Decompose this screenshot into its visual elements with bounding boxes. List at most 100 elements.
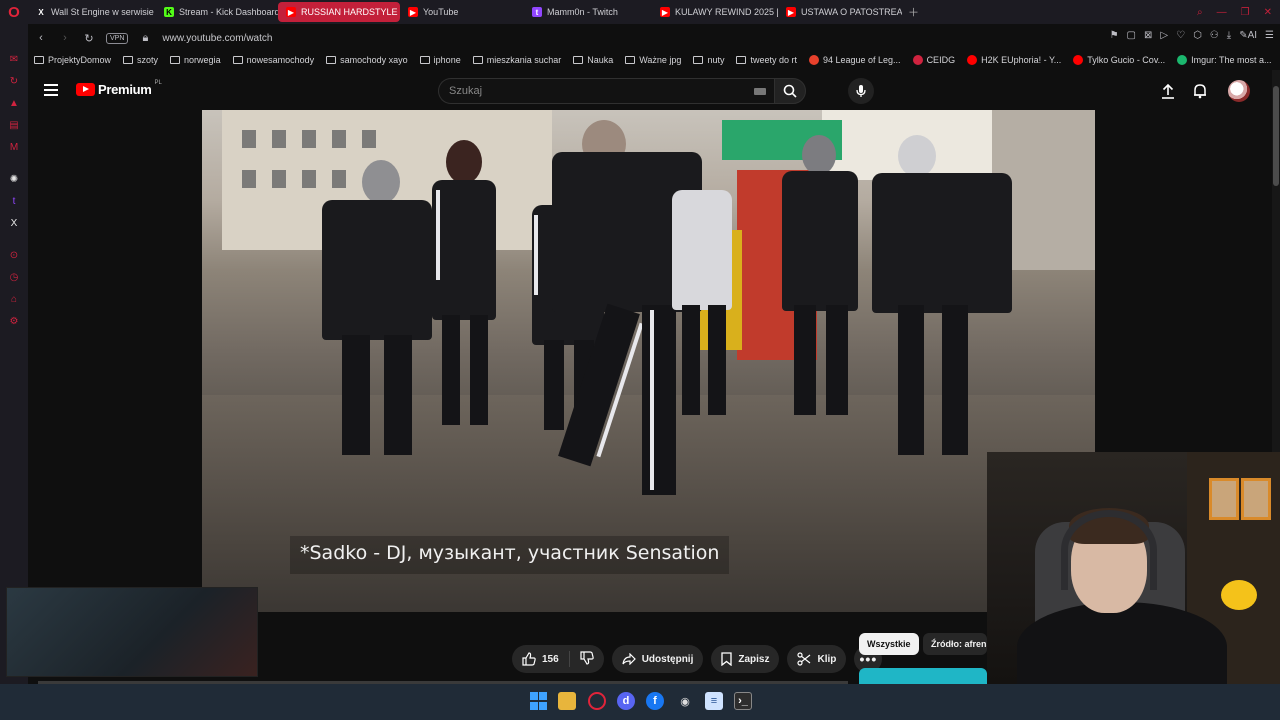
opera-logo-icon[interactable]: O: [0, 0, 28, 24]
forward-icon[interactable]: ›: [58, 32, 72, 44]
tab-youtube[interactable]: ▶ YouTube: [400, 2, 524, 22]
opera-browser-icon[interactable]: [588, 692, 606, 710]
reload-icon[interactable]: ↻: [82, 32, 96, 45]
search-box: [438, 78, 774, 104]
bookmarks-bar: ProjektyDomow szoty norwegia nowesamochody s…: [28, 52, 1280, 68]
snapshot-icon[interactable]: ▢: [1127, 30, 1136, 41]
webcam-overlay: [987, 452, 1280, 684]
bookmark-item[interactable]: tweety do rt: [736, 55, 797, 65]
extensions-icon[interactable]: ⌂: [7, 292, 21, 306]
tab-kulawy-rewind[interactable]: ▶ KULAWY REWIND 2025 [P: [652, 2, 778, 22]
hamburger-menu-icon[interactable]: [44, 84, 58, 99]
tab-mammon-twitch[interactable]: t Mamm0n - Twitch: [524, 2, 652, 22]
voice-search-button[interactable]: [848, 78, 874, 104]
video-player[interactable]: *Sadko - DJ, музыкант, участник Sensatio…: [202, 110, 1095, 612]
chip-source[interactable]: Źródło: afrensa: [923, 633, 987, 655]
x-icon[interactable]: X: [7, 216, 21, 230]
close-icon[interactable]: ✕: [1264, 7, 1272, 18]
bookmark-item[interactable]: nowesamochody: [232, 55, 314, 65]
save-button[interactable]: Zapisz: [711, 645, 780, 673]
chip-all[interactable]: Wszystkie: [859, 633, 919, 655]
bookmark-item[interactable]: samochody xayo: [326, 55, 408, 65]
tab-ustawa-patostreamingu[interactable]: ▶ USTAWA O PATOSTREAMI: [778, 2, 902, 22]
folder-icon: [573, 56, 584, 64]
bookmark-item[interactable]: Imgur: The most a...: [1177, 55, 1272, 65]
tab-russian-hardstyle[interactable]: ▶ RUSSIAN HARDSTYLE VO: [278, 2, 400, 22]
chatgpt-icon[interactable]: ✺: [7, 172, 21, 186]
notepad-icon[interactable]: ≡: [705, 692, 723, 710]
microphone-icon: [856, 85, 866, 97]
url-field[interactable]: www.youtube.com/watch: [162, 33, 272, 44]
profile-icon[interactable]: ⚇: [1210, 30, 1219, 41]
play-icon[interactable]: ▷: [1160, 30, 1168, 41]
settings-icon[interactable]: ⚙: [7, 314, 21, 328]
search-input[interactable]: [439, 79, 739, 103]
windows-start-icon[interactable]: [529, 692, 547, 710]
youtube-premium-logo[interactable]: Premium PL: [76, 80, 162, 97]
upload-button[interactable]: [1159, 82, 1177, 100]
bookmark-item[interactable]: ProjektyDomow: [34, 55, 111, 65]
site-favicon-icon: [912, 55, 923, 65]
opera-sidebar: ✉ ↻ ▲ ▤ M ✺ t X ⊙ ◷ ⌂ ⚙: [0, 24, 28, 684]
wallet-icon[interactable]: ▲: [7, 96, 21, 110]
clip-button[interactable]: Klip: [787, 645, 847, 673]
clock-icon[interactable]: ◷: [7, 270, 21, 284]
bookmark-item[interactable]: iphone: [419, 55, 461, 65]
avatar[interactable]: [1228, 80, 1250, 102]
lock-icon[interactable]: 🔒︎: [138, 32, 152, 45]
scrollbar-thumb[interactable]: [1273, 86, 1279, 186]
block-icon[interactable]: ⊠: [1144, 30, 1152, 41]
bookmark-item[interactable]: szoty: [123, 55, 158, 65]
bookmark-item[interactable]: Ważne jpg: [625, 55, 681, 65]
file-explorer-icon[interactable]: [558, 692, 576, 710]
new-tab-button[interactable]: ＋: [902, 4, 925, 20]
building-window: [302, 130, 316, 148]
player-icon[interactable]: ⊙: [7, 248, 21, 262]
bookmark-item[interactable]: nuty: [693, 55, 724, 65]
messenger-icon[interactable]: ✉: [7, 52, 21, 66]
mail-icon[interactable]: M: [7, 140, 21, 154]
thumbs-down-icon: [580, 650, 594, 665]
figurine: [1241, 478, 1271, 520]
twitch-icon[interactable]: t: [7, 194, 21, 208]
menu-icon[interactable]: ☰: [1265, 30, 1274, 41]
folder-icon: [232, 56, 243, 64]
obs-icon[interactable]: ◉: [676, 692, 694, 710]
minimize-icon[interactable]: —: [1217, 7, 1227, 18]
notifications-button[interactable]: [1191, 82, 1209, 100]
bookmark-item[interactable]: norwegia: [170, 55, 221, 65]
history-icon[interactable]: ↻: [7, 74, 21, 88]
miniplayer-preview[interactable]: [6, 587, 258, 677]
facebook-icon[interactable]: f: [646, 692, 664, 710]
tab-kick-dashboard[interactable]: K Stream - Kick Dashboard: [156, 2, 278, 22]
youtube-icon: ▶: [786, 7, 796, 17]
upload-icon: [1162, 83, 1174, 99]
search-tabs-icon[interactable]: ⌕: [1197, 7, 1203, 18]
recommended-thumbnail[interactable]: [859, 668, 987, 684]
tab-wall-st-engine[interactable]: X Wall St Engine w serwisie X: [28, 2, 156, 22]
vpn-badge[interactable]: VPN: [106, 32, 129, 44]
dislike-button[interactable]: [580, 650, 594, 668]
back-icon[interactable]: ‹: [34, 32, 48, 44]
bookmark-item[interactable]: mieszkania suchar: [472, 55, 561, 65]
like-button[interactable]: 156: [522, 652, 559, 666]
share-button[interactable]: Udostępnij: [611, 645, 704, 673]
extensions-icon[interactable]: ⬡: [1193, 30, 1202, 41]
building-window: [362, 130, 376, 148]
bookmark-item[interactable]: 94 League of Leg...: [808, 55, 901, 65]
aria-ai-button[interactable]: ✎AI: [1239, 30, 1257, 41]
bookmark-icon[interactable]: ⚑: [1110, 30, 1119, 41]
building-window: [332, 170, 346, 188]
search-button[interactable]: [774, 78, 806, 104]
terminal-icon[interactable]: ›_: [734, 692, 752, 710]
heart-icon[interactable]: ♡: [1176, 30, 1185, 41]
bookmark-item[interactable]: Nauka: [573, 55, 613, 65]
maximize-icon[interactable]: ❐: [1241, 7, 1250, 18]
bookmark-item[interactable]: H2K EUphoria! - Y...: [967, 55, 1061, 65]
bookmark-item[interactable]: Tylko Gucio - Cov...: [1073, 55, 1165, 65]
bookmark-item[interactable]: CEIDG: [912, 55, 955, 65]
keyboard-icon[interactable]: [754, 88, 766, 95]
download-icon[interactable]: ⤓: [1227, 30, 1231, 41]
discord-icon[interactable]: d: [617, 692, 635, 710]
media-icon[interactable]: ▤: [7, 118, 21, 132]
